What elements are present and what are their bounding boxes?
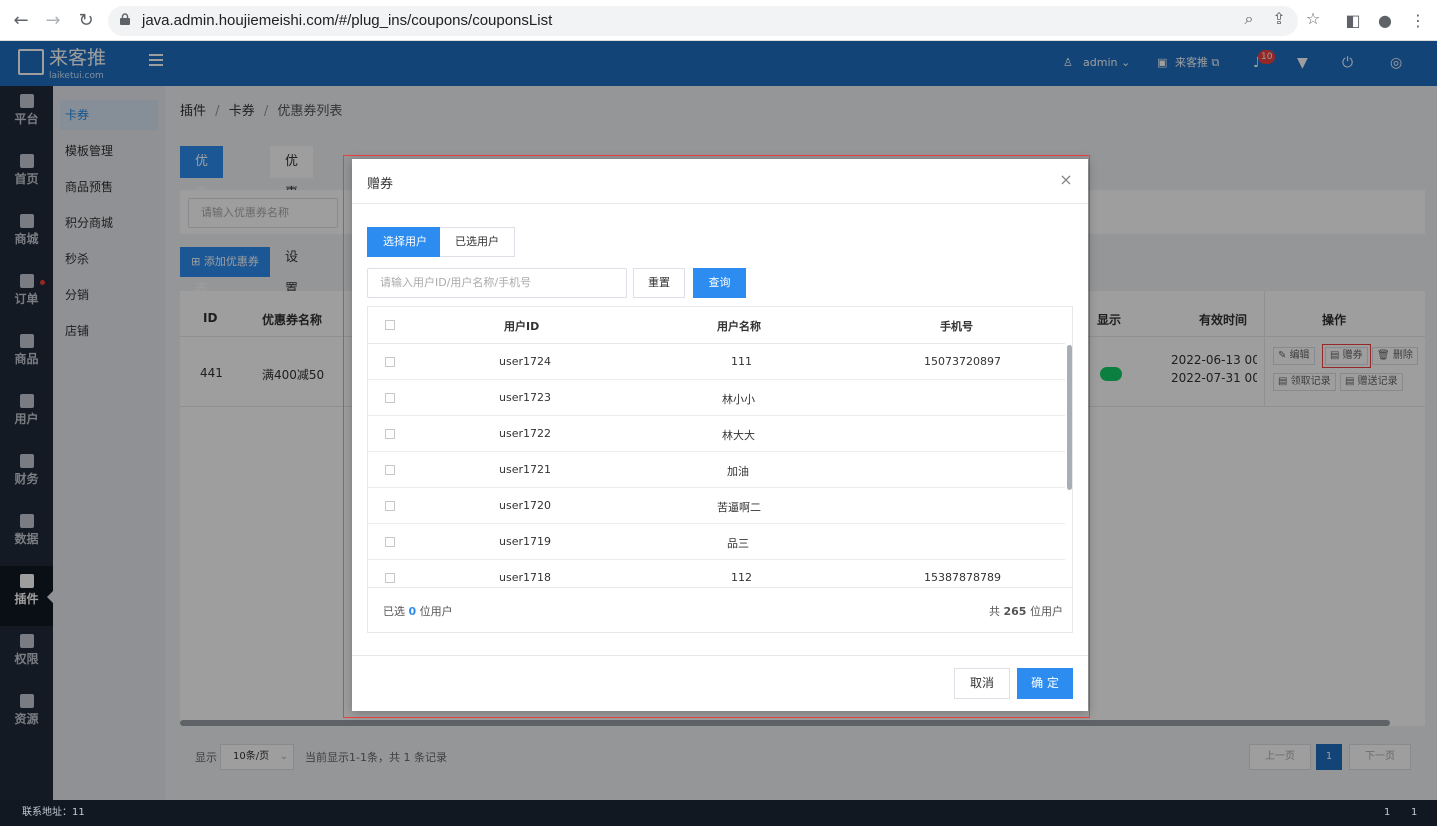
cell-user-id: user1721 (499, 463, 551, 476)
cell-user-name: 111 (731, 355, 752, 368)
row-checkbox[interactable] (385, 537, 395, 547)
total-count-text: 共 265 位用户 (989, 603, 1063, 619)
cell-user-id: user1719 (499, 535, 551, 548)
footer-text: 1 (1384, 807, 1391, 818)
more-menu-icon[interactable]: ⋮ (1407, 11, 1429, 31)
bookmark-star-icon[interactable]: ☆ (1302, 9, 1324, 29)
dialog-divider (352, 655, 1088, 656)
url-text: java.admin.houjiemeishi.com/#/plug_ins/c… (142, 12, 553, 29)
reset-button[interactable]: 重置 (633, 268, 685, 298)
vertical-scrollbar[interactable] (1067, 345, 1072, 490)
cell-user-name: 品三 (727, 537, 749, 550)
zoom-icon[interactable]: ⌕ (1238, 9, 1260, 29)
table-row[interactable]: user1724 111 15073720897 (368, 344, 1065, 380)
query-button[interactable]: 查询 (693, 268, 746, 298)
total-prefix: 共 (989, 605, 1000, 618)
gift-coupon-dialog: 赠券 × 选择用户 已选用户 请输入用户ID/用户名称/手机号 重置 查询 用户… (352, 159, 1088, 711)
select-all-checkbox[interactable] (385, 320, 395, 330)
user-table: 用户ID 用户名称 手机号 user1724 111 15073720897 u… (367, 306, 1073, 633)
cell-phone: 15387878789 (924, 571, 1001, 584)
row-checkbox[interactable] (385, 501, 395, 511)
cell-user-id: user1722 (499, 427, 551, 440)
tab-selected-users[interactable]: 已选用户 (440, 227, 515, 257)
row-checkbox[interactable] (385, 357, 395, 367)
row-checkbox[interactable] (385, 465, 395, 475)
cell-user-id: user1723 (499, 391, 551, 404)
cancel-button[interactable]: 取消 (954, 668, 1010, 699)
cell-user-name: 112 (731, 571, 752, 584)
row-checkbox[interactable] (385, 429, 395, 439)
dialog-divider (352, 203, 1088, 204)
cell-user-name: 加油 (727, 465, 749, 478)
confirm-button[interactable]: 确 定 (1017, 668, 1073, 699)
footer-text: 1 (1411, 807, 1418, 818)
contact-address: 联系地址：11 (22, 807, 85, 818)
cell-user-id: user1718 (499, 571, 551, 584)
cell-user-name: 苦逼啊二 (717, 501, 761, 514)
column-header-user-name: 用户名称 (717, 320, 761, 333)
selected-count: 0 (408, 605, 417, 618)
side-panel-icon[interactable]: ◧ (1342, 11, 1364, 31)
cell-user-id: user1724 (499, 355, 551, 368)
user-search-input[interactable]: 请输入用户ID/用户名称/手机号 (367, 268, 627, 298)
back-icon[interactable]: ← (10, 11, 32, 31)
total-suffix: 位用户 (1029, 605, 1063, 618)
table-row[interactable]: user1720 苦逼啊二 (368, 488, 1065, 524)
share-icon[interactable]: ⇪ (1268, 9, 1290, 29)
row-checkbox[interactable] (385, 573, 395, 583)
profile-icon[interactable]: ● (1374, 11, 1396, 31)
cell-user-id: user1720 (499, 499, 551, 512)
forward-icon[interactable]: → (42, 11, 64, 31)
column-header-phone: 手机号 (940, 320, 973, 333)
table-row[interactable]: user1722 林大大 (368, 416, 1065, 452)
selected-prefix: 已选 (383, 605, 405, 618)
footer: 联系地址：11 1 1 (0, 800, 1437, 826)
row-checkbox[interactable] (385, 393, 395, 403)
close-icon[interactable]: × (1057, 171, 1075, 189)
selected-count-text: 已选 0 位用户 (383, 603, 453, 619)
cell-user-name: 林小小 (722, 393, 755, 406)
column-header-user-id: 用户ID (504, 320, 540, 333)
modal-backdrop-header (0, 41, 1437, 86)
address-bar[interactable]: java.admin.houjiemeishi.com/#/plug_ins/c… (108, 6, 1320, 36)
reload-icon[interactable]: ↻ (75, 11, 97, 31)
table-footer: 已选 0 位用户 共 265 位用户 (368, 587, 1072, 632)
table-row[interactable]: user1718 112 15387878789 (368, 560, 1065, 587)
browser-toolbar: ← → ↻ java.admin.houjiemeishi.com/#/plug… (0, 0, 1437, 41)
table-row[interactable]: user1719 品三 (368, 524, 1065, 560)
selected-suffix: 位用户 (419, 605, 453, 618)
lock-icon (120, 13, 130, 25)
dialog-title: 赠券 (367, 177, 394, 192)
total-count: 265 (1003, 605, 1027, 618)
cell-phone: 15073720897 (924, 355, 1001, 368)
tab-select-users[interactable]: 选择用户 (367, 227, 443, 257)
table-row[interactable]: user1721 加油 (368, 452, 1065, 488)
table-row[interactable]: user1723 林小小 (368, 380, 1065, 416)
cell-user-name: 林大大 (722, 429, 755, 442)
